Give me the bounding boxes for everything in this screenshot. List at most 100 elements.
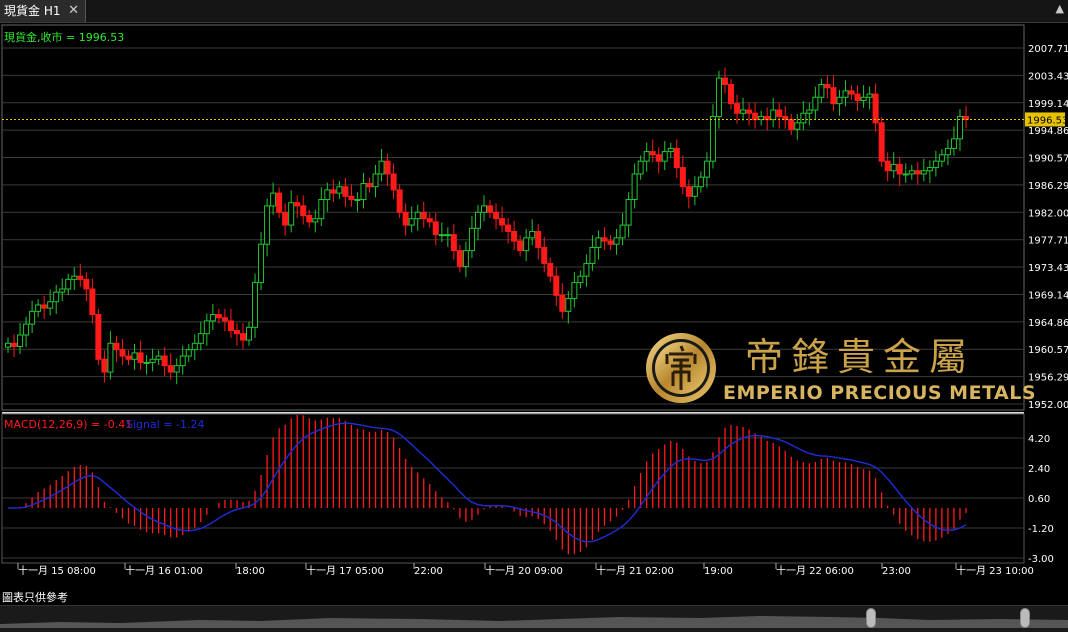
- candle-body: [143, 361, 150, 364]
- candle-body: [59, 288, 66, 293]
- candle-body: [41, 304, 48, 309]
- candle-body: [23, 323, 30, 336]
- candle-body: [776, 109, 783, 117]
- candle-body: [559, 294, 566, 312]
- tab-chart[interactable]: 現貨金 H1 ✕: [0, 0, 86, 22]
- candle-body: [414, 211, 421, 220]
- candle-body: [613, 237, 620, 245]
- x-tick-label: 23:00: [882, 566, 911, 577]
- candle-body: [366, 183, 373, 188]
- candle-body: [456, 250, 463, 268]
- candle-body: [474, 211, 481, 229]
- price-legend: 現貨金,收市 = 1996.53: [4, 30, 124, 44]
- candle-body: [571, 282, 578, 300]
- candle-body: [932, 160, 939, 169]
- candle-body: [818, 83, 825, 98]
- candle-body: [233, 330, 240, 335]
- candle-body: [318, 199, 325, 220]
- candle-body: [866, 93, 873, 98]
- macd-histogram-group: [13, 414, 967, 555]
- candle-body: [348, 195, 355, 201]
- candle-body: [101, 358, 108, 373]
- candle-body: [378, 160, 385, 175]
- candle-body: [71, 275, 78, 280]
- candle-body: [854, 93, 861, 101]
- scroll-handle-right[interactable]: [1020, 608, 1030, 628]
- logo-emblem-icon: [646, 333, 716, 403]
- candle-body: [408, 218, 415, 226]
- candle-body: [77, 275, 84, 280]
- candle-body: [270, 192, 277, 207]
- candle-body: [402, 211, 409, 226]
- candle-body: [390, 173, 397, 191]
- candle-body: [655, 154, 662, 162]
- macd-legend: MACD(12,26,9) = -0.41: [4, 418, 132, 431]
- chart-area[interactable]: 2007.71 2003.43 1999.14 1994.86 1990.57 1986.…: [0, 23, 1068, 605]
- x-tick-label: 19:00: [704, 566, 733, 577]
- tab-title: 現貨金 H1: [4, 4, 61, 18]
- maximize-icon[interactable]: ▲: [1056, 2, 1064, 15]
- candle-body: [149, 358, 156, 363]
- candle-body: [637, 160, 644, 175]
- x-tick-label: 22:00: [414, 566, 443, 577]
- candle-body: [914, 170, 921, 175]
- price-tick-label: 2003.43: [1028, 71, 1068, 82]
- x-tick-label: 十一月 16 01:00: [125, 564, 203, 577]
- candle-body: [264, 205, 271, 245]
- candle-body: [288, 202, 295, 226]
- candle-body: [282, 211, 289, 226]
- candle-body: [444, 234, 451, 237]
- candle-body: [703, 160, 710, 178]
- candle-body: [29, 310, 36, 325]
- price-tick-label: 1990.57: [1028, 154, 1068, 165]
- close-icon[interactable]: ✕: [68, 0, 79, 22]
- candle-body: [125, 355, 132, 360]
- price-tick-label: 1977.71: [1028, 236, 1068, 247]
- candle-body: [450, 234, 457, 252]
- price-tick-label: 1960.57: [1028, 345, 1068, 356]
- chart-scrollbar[interactable]: [0, 605, 1068, 632]
- candle-body: [119, 349, 126, 357]
- candle-body: [547, 262, 554, 277]
- candle-body: [137, 352, 144, 363]
- candle-body: [800, 112, 807, 124]
- candle-body: [788, 119, 795, 130]
- candle-body: [872, 93, 879, 124]
- candle-body: [908, 170, 915, 175]
- candle-body: [499, 218, 506, 226]
- candle-body: [83, 278, 90, 290]
- candle-body: [523, 237, 530, 252]
- x-tick-label: 十一月 15 08:00: [18, 564, 96, 577]
- candle-body: [709, 115, 716, 162]
- watermark-logo: 帝鋒貴金屬 EMPERIO PRECIOUS METALS: [643, 330, 1036, 410]
- logo-chinese-text: 帝鋒貴金屬: [745, 335, 976, 379]
- x-tick-label: 18:00: [236, 566, 265, 577]
- scroll-handle-left[interactable]: [866, 608, 876, 628]
- candle-body: [667, 147, 674, 153]
- candle-body: [920, 170, 927, 175]
- candle-body: [830, 87, 837, 105]
- candle-body: [607, 240, 614, 245]
- candle-body: [577, 275, 584, 284]
- candle-body: [167, 365, 174, 373]
- candle-body: [306, 214, 313, 223]
- candle-body: [950, 138, 957, 149]
- candle-body: [203, 320, 210, 335]
- candle-body: [372, 173, 379, 188]
- candle-body: [511, 230, 518, 242]
- candle-body: [661, 151, 668, 162]
- candle-body: [221, 317, 228, 322]
- macd-tick-label: -1.20: [1028, 524, 1054, 535]
- tab-bar: 現貨金 H1 ✕ ▲: [0, 0, 1068, 23]
- candle-body: [480, 205, 487, 213]
- candle-body: [276, 192, 283, 213]
- candle-body: [643, 151, 650, 162]
- candle-body: [173, 365, 180, 373]
- candle-body: [565, 298, 572, 312]
- candle-body: [300, 205, 307, 216]
- candle-body: [438, 234, 445, 237]
- candle-body: [487, 205, 494, 213]
- candle-body: [944, 147, 951, 156]
- candle-body: [209, 314, 216, 322]
- candle-body: [113, 342, 120, 351]
